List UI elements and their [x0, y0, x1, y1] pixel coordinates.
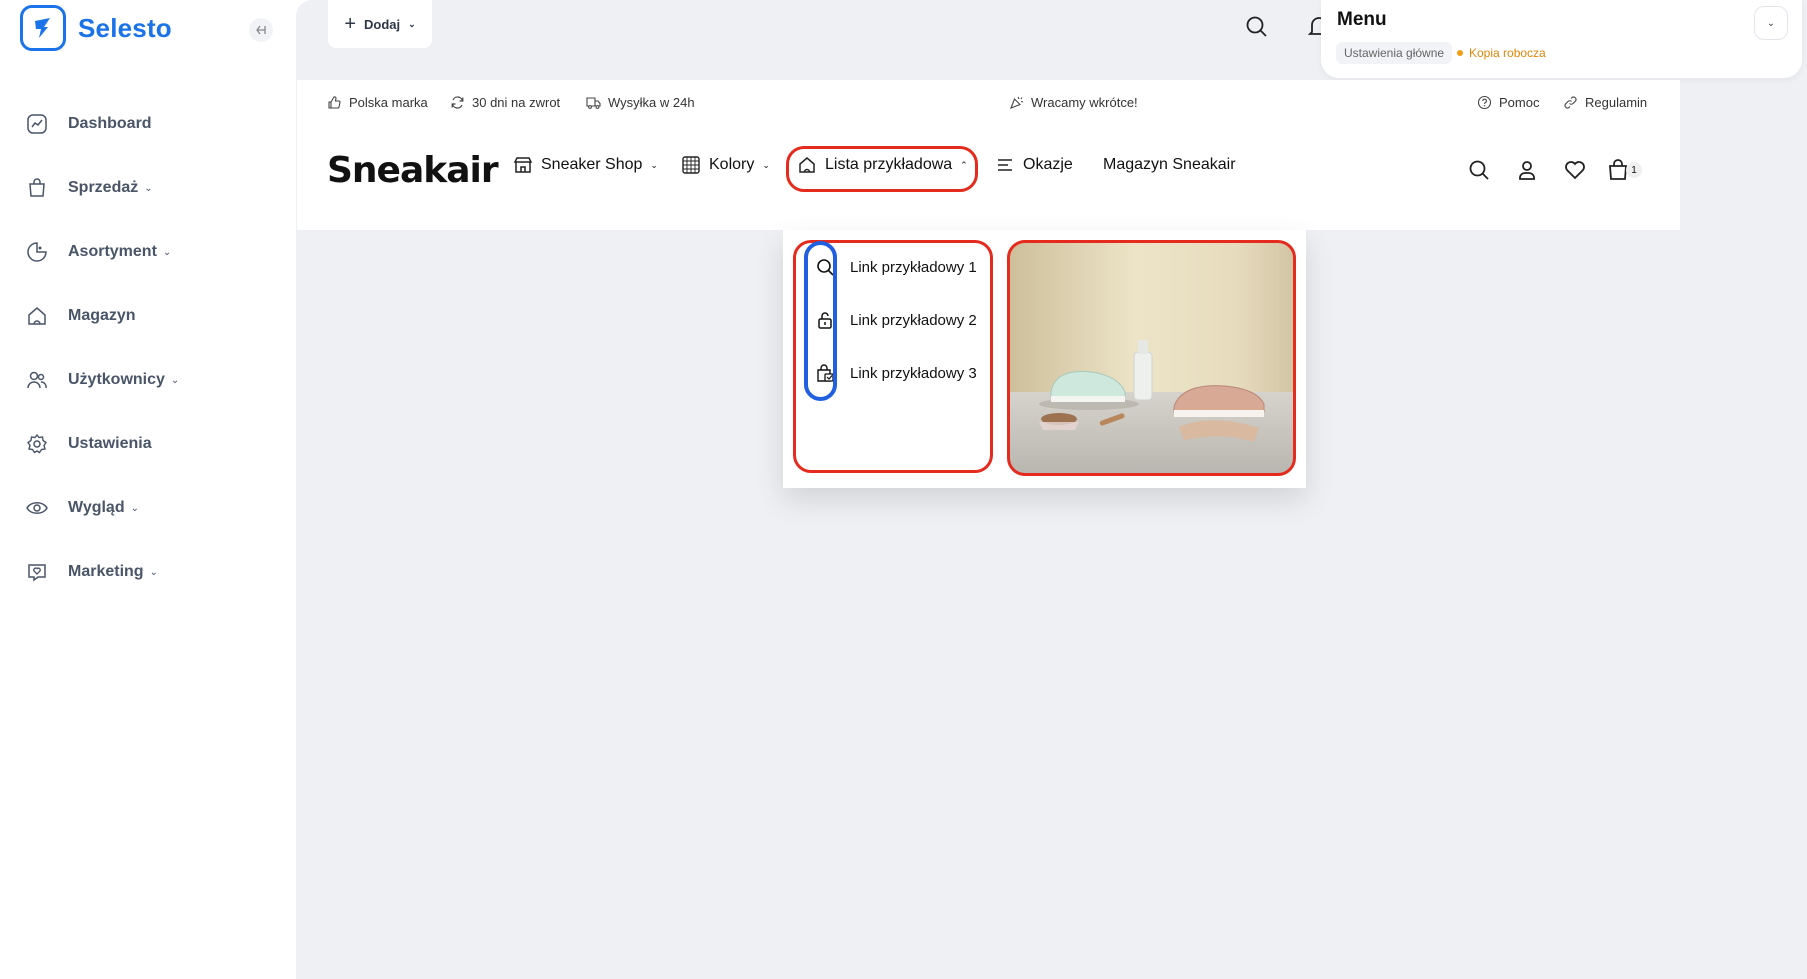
- topbar-label: 30 dni na zwrot: [472, 94, 561, 110]
- topbar-announcement: Wracamy wkrótce!: [1009, 80, 1138, 124]
- tag-icon: [27, 242, 47, 262]
- truck-icon: [586, 96, 601, 109]
- topbar-label: Polska marka: [349, 94, 428, 110]
- help-icon: [1477, 95, 1492, 109]
- sidebar-item-ustawienia[interactable]: Ustawienia: [26, 412, 179, 476]
- nav-item-okazje[interactable]: Okazje: [995, 140, 1073, 190]
- sidebar-item-label: Magazyn: [68, 307, 136, 324]
- app-root: Selesto Dashboard Sprzedaż ⌄ Asortyment …: [0, 0, 1807, 979]
- store-icon: [513, 157, 533, 173]
- main-settings-chip[interactable]: Ustawienia główne: [1336, 42, 1453, 64]
- nav-item-label: Sneaker Shop: [541, 156, 643, 173]
- chevron-down-icon: ⌄: [170, 374, 180, 386]
- brand-name: Selesto: [78, 12, 172, 43]
- topbar-terms-link[interactable]: Regulamin: [1563, 80, 1647, 124]
- lines-icon: [998, 159, 1012, 171]
- collapse-icon: [256, 25, 266, 35]
- sidebar-nav: Dashboard Sprzedaż ⌄ Asortyment ⌄ Magazy…: [26, 92, 179, 604]
- topbar-label: Pomoc: [1499, 94, 1540, 110]
- topbar-item-shipping: Wysyłka w 24h: [586, 80, 695, 124]
- sidebar-item-sprzedaz[interactable]: Sprzedaż ⌄: [26, 156, 179, 220]
- status-dot-icon: [1457, 50, 1463, 56]
- eye-icon: [26, 502, 48, 514]
- add-button[interactable]: + Dodaj ⌄: [328, 0, 432, 48]
- home-icon: [28, 307, 46, 325]
- brand[interactable]: Selesto: [20, 5, 172, 51]
- topbar-help-link[interactable]: Pomoc: [1477, 80, 1539, 124]
- highlight-promo-image: [1007, 240, 1296, 476]
- chevron-down-icon: ⌄: [162, 246, 172, 258]
- bag-icon: [29, 178, 45, 197]
- refresh-icon: [451, 95, 464, 109]
- thumbs-up-icon: [328, 95, 341, 109]
- cart-count-badge: 1: [1626, 162, 1642, 178]
- sidebar-item-label: Dashboard: [68, 115, 152, 132]
- sidebar-item-label: Użytkownicy: [68, 371, 165, 388]
- topbar-label: Regulamin: [1585, 94, 1648, 110]
- chevron-down-icon: ⌄: [1766, 17, 1776, 29]
- users-icon: [27, 371, 47, 389]
- gear-icon: [27, 433, 47, 454]
- sidebar-item-label: Asortyment: [68, 243, 157, 260]
- account-icon[interactable]: [1515, 158, 1539, 182]
- search-icon[interactable]: [1244, 14, 1270, 40]
- highlight-active-nav-item: [786, 146, 978, 192]
- wishlist-heart-icon[interactable]: [1563, 158, 1587, 182]
- shop-search-icon[interactable]: [1467, 158, 1491, 182]
- sidebar-item-dashboard[interactable]: Dashboard: [26, 92, 179, 156]
- chevron-down-icon: ⌄: [130, 502, 139, 514]
- topbar-item-returns: 30 dni na zwrot: [450, 80, 560, 124]
- collapse-sidebar-button[interactable]: [249, 18, 273, 42]
- menu-panel-toggle-button[interactable]: ⌄: [1754, 6, 1788, 40]
- shop-preview: Polska marka 30 dni na zwrot Wysyłka w 2…: [297, 80, 1680, 230]
- draft-status-label: Kopia robocza: [1469, 46, 1546, 60]
- nav-item-label: Kolory: [709, 156, 755, 173]
- topbar-label: Wracamy wkrótce!: [1031, 94, 1138, 110]
- add-button-label: Dodaj: [364, 16, 401, 32]
- sidebar-item-label: Marketing: [68, 563, 144, 580]
- sidebar-item-label: Wygląd: [68, 499, 125, 516]
- brand-logo-icon: [20, 5, 66, 51]
- topbar-item-polish-brand: Polska marka: [327, 80, 428, 124]
- nav-item-label: Magazyn Sneakair: [1103, 156, 1236, 173]
- chevron-down-icon: ⌄: [408, 18, 416, 29]
- sidebar-item-marketing[interactable]: Marketing ⌄: [26, 540, 179, 604]
- sidebar-item-asortyment[interactable]: Asortyment ⌄: [26, 220, 179, 284]
- plus-icon: +: [344, 12, 356, 35]
- shop-topbar: Polska marka 30 dni na zwrot Wysyłka w 2…: [297, 80, 1680, 124]
- sidebar: Selesto Dashboard Sprzedaż ⌄ Asortyment …: [0, 0, 296, 979]
- menu-panel-title: Menu: [1337, 9, 1387, 30]
- nav-item-kolory[interactable]: Kolory ⌄: [681, 140, 770, 190]
- topbar-label: Wysyłka w 24h: [608, 94, 695, 110]
- chevron-down-icon: ⌄: [762, 159, 770, 170]
- menu-settings-panel: Menu Ustawienia główne Kopia robocza ⌄: [1321, 0, 1802, 78]
- party-icon: [1010, 96, 1024, 109]
- sidebar-item-label: Sprzedaż: [68, 179, 139, 196]
- nav-item-magazyn-sneakair[interactable]: Magazyn Sneakair: [1103, 140, 1236, 190]
- draft-status: Kopia robocza: [1457, 42, 1546, 64]
- highlight-icons-column: [804, 241, 837, 401]
- chevron-down-icon: ⌄: [149, 566, 158, 578]
- nav-item-sneaker-shop[interactable]: Sneaker Shop ⌄: [513, 140, 658, 190]
- chart-icon: [27, 114, 47, 134]
- sidebar-item-magazyn[interactable]: Magazyn: [26, 284, 179, 348]
- heart-chat-icon: [28, 564, 46, 582]
- grid-icon: [682, 156, 700, 174]
- nav-item-label: Okazje: [1023, 156, 1073, 173]
- chevron-down-icon: ⌄: [144, 182, 153, 194]
- sidebar-item-label: Ustawienia: [68, 435, 152, 452]
- sidebar-item-wyglad[interactable]: Wygląd ⌄: [26, 476, 179, 540]
- shop-logo[interactable]: Sneakair: [327, 150, 499, 191]
- chevron-down-icon: ⌄: [650, 159, 658, 170]
- sidebar-item-uzytkownicy[interactable]: Użytkownicy ⌄: [26, 348, 179, 412]
- lista-dropdown-menu: Link przykładowy 1 Link przykładowy 2 Li…: [783, 230, 1306, 488]
- link-icon: [1564, 95, 1577, 109]
- dropdown-links-column: Link przykładowy 1 Link przykładowy 2 Li…: [793, 240, 995, 474]
